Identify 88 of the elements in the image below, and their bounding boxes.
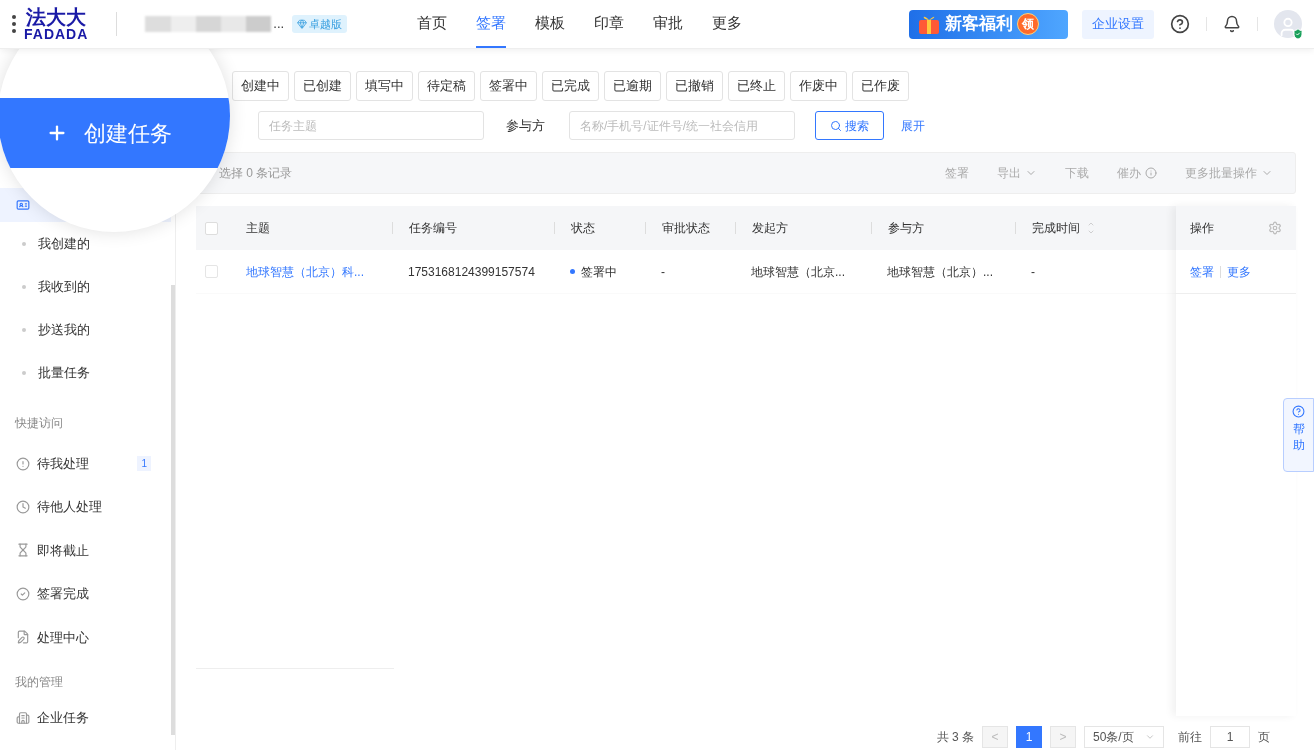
status-filter-chip[interactable]: 已创建 [294, 71, 351, 101]
claim-badge: 领 [1017, 13, 1039, 35]
column-header: 参与方 [888, 220, 924, 237]
sidebar-item[interactable]: 我创建的 [38, 233, 90, 254]
table-cell: 1753168124399157574 [408, 264, 535, 279]
search-button[interactable]: 搜索 [815, 111, 884, 140]
alert-icon [16, 456, 30, 471]
table-cell: 地球智慧（北京... [751, 264, 845, 279]
column-header: 完成时间 [1032, 220, 1080, 237]
task-subject-link[interactable]: 地球智慧（北京）科... [246, 264, 364, 279]
sidebar-item[interactable]: 即将截止 [0, 528, 171, 573]
search-icon [830, 119, 842, 132]
promo-banner[interactable]: 新客福利 领 [909, 9, 1068, 39]
nav-tab[interactable]: 签署 [476, 0, 507, 48]
sidebar-item[interactable]: 企业任务 [0, 702, 171, 733]
sidebar-item[interactable]: 签署完成 [0, 572, 171, 616]
sort-icon[interactable] [1086, 220, 1096, 236]
nav-tab[interactable]: 模板 [535, 0, 566, 48]
status-filter-chip[interactable]: 填写中 [356, 71, 413, 101]
building-icon [16, 710, 30, 725]
column-header: 状态 [571, 220, 595, 237]
verified-shield-icon [1292, 28, 1304, 40]
subject-field[interactable]: 任务主题 [258, 111, 484, 140]
sidebar-item[interactable]: 批量任务 [38, 362, 90, 383]
clock-icon [16, 500, 30, 515]
column-header: 任务编号 [409, 220, 457, 237]
avatar[interactable] [1274, 10, 1302, 38]
info-icon [1145, 167, 1157, 179]
hourglass-icon [16, 543, 30, 558]
logo[interactable]: 法大大 FADADA [24, 7, 89, 41]
status-filter-chip[interactable]: 已作废 [852, 71, 909, 101]
help-icon[interactable] [1170, 14, 1190, 34]
help-side-tab[interactable]: 帮助 [1283, 398, 1314, 472]
status-filter-chip[interactable]: 创建中 [232, 71, 289, 101]
count-badge: 1 [137, 456, 151, 472]
page-size-select[interactable]: 50条/页 [1084, 726, 1164, 748]
nav-tab[interactable]: 印章 [594, 0, 625, 48]
chevron-down-icon [1145, 732, 1155, 742]
nav-tab[interactable]: 更多 [712, 0, 743, 48]
check-circle-icon [16, 586, 30, 601]
status-filter-chip[interactable]: 签署中 [480, 71, 537, 101]
section-heading: 我的管理 [14, 673, 64, 691]
nav-tab[interactable]: 审批 [653, 0, 684, 48]
page-unit-label: 页 [1258, 729, 1270, 746]
create-task-button[interactable]: 创建任务 [0, 98, 230, 168]
sidebar-item[interactable]: 待我处理 1 [0, 442, 171, 486]
enterprise-settings-button[interactable]: 企业设置 [1082, 9, 1154, 39]
contact-card-icon [16, 198, 30, 212]
goto-label: 前往 [1178, 729, 1202, 746]
sidebar-item[interactable]: 我收到的 [38, 276, 90, 297]
status-filter-chip[interactable]: 已撤销 [666, 71, 723, 101]
table-cell-text: 签署中 [581, 263, 617, 281]
column-header: 发起方 [752, 220, 788, 237]
status-filter-chip[interactable]: 已完成 [542, 71, 599, 101]
table-cell: - [1031, 264, 1035, 279]
field-label: 参与方 [506, 116, 546, 135]
help-icon [1292, 405, 1305, 418]
edit-document-icon [16, 630, 30, 645]
expand-link[interactable]: 展开 [901, 116, 925, 135]
section-heading: 快捷访问 [14, 415, 64, 432]
column-header: 审批状态 [662, 220, 710, 237]
table-cell: 地球智慧（北京）... [887, 264, 993, 279]
diamond-icon [297, 19, 308, 29]
selection-count: 选择 0 条记录 [219, 165, 293, 182]
table-cell: - [661, 264, 665, 279]
row-action-link[interactable]: 签署 [1190, 262, 1214, 281]
status-filter-chip[interactable]: 作废中 [790, 71, 847, 101]
status-filter-chip[interactable]: 已逾期 [604, 71, 661, 101]
column-header: 主题 [246, 220, 270, 237]
settings-icon[interactable] [1268, 221, 1282, 235]
total-count: 共 3 条 [936, 729, 974, 746]
more-vertical-icon[interactable] [12, 15, 16, 33]
column-header: 操作 [1190, 220, 1214, 237]
page-button[interactable]: 1 [1016, 726, 1042, 748]
status-filter-chip[interactable]: 待定稿 [418, 71, 475, 101]
notification-bell-icon[interactable] [1223, 15, 1241, 33]
edition-tag: 卓越版 [292, 15, 348, 33]
nav-tab[interactable]: 首页 [417, 0, 448, 48]
page-number-field[interactable]: 1 [1210, 726, 1250, 748]
company-name: ... [273, 15, 285, 34]
sidebar-item[interactable]: 抄送我的 [38, 319, 90, 340]
scrollbar[interactable] [171, 285, 175, 735]
status-filter-chip[interactable]: 已终止 [728, 71, 785, 101]
row-action-link[interactable]: 更多 [1227, 262, 1251, 281]
sidebar-item[interactable]: 处理中心 [0, 615, 171, 659]
row-checkbox[interactable] [205, 265, 218, 278]
select-all-checkbox[interactable] [205, 221, 218, 235]
sidebar-item[interactable]: 待他人处理 [0, 485, 171, 529]
